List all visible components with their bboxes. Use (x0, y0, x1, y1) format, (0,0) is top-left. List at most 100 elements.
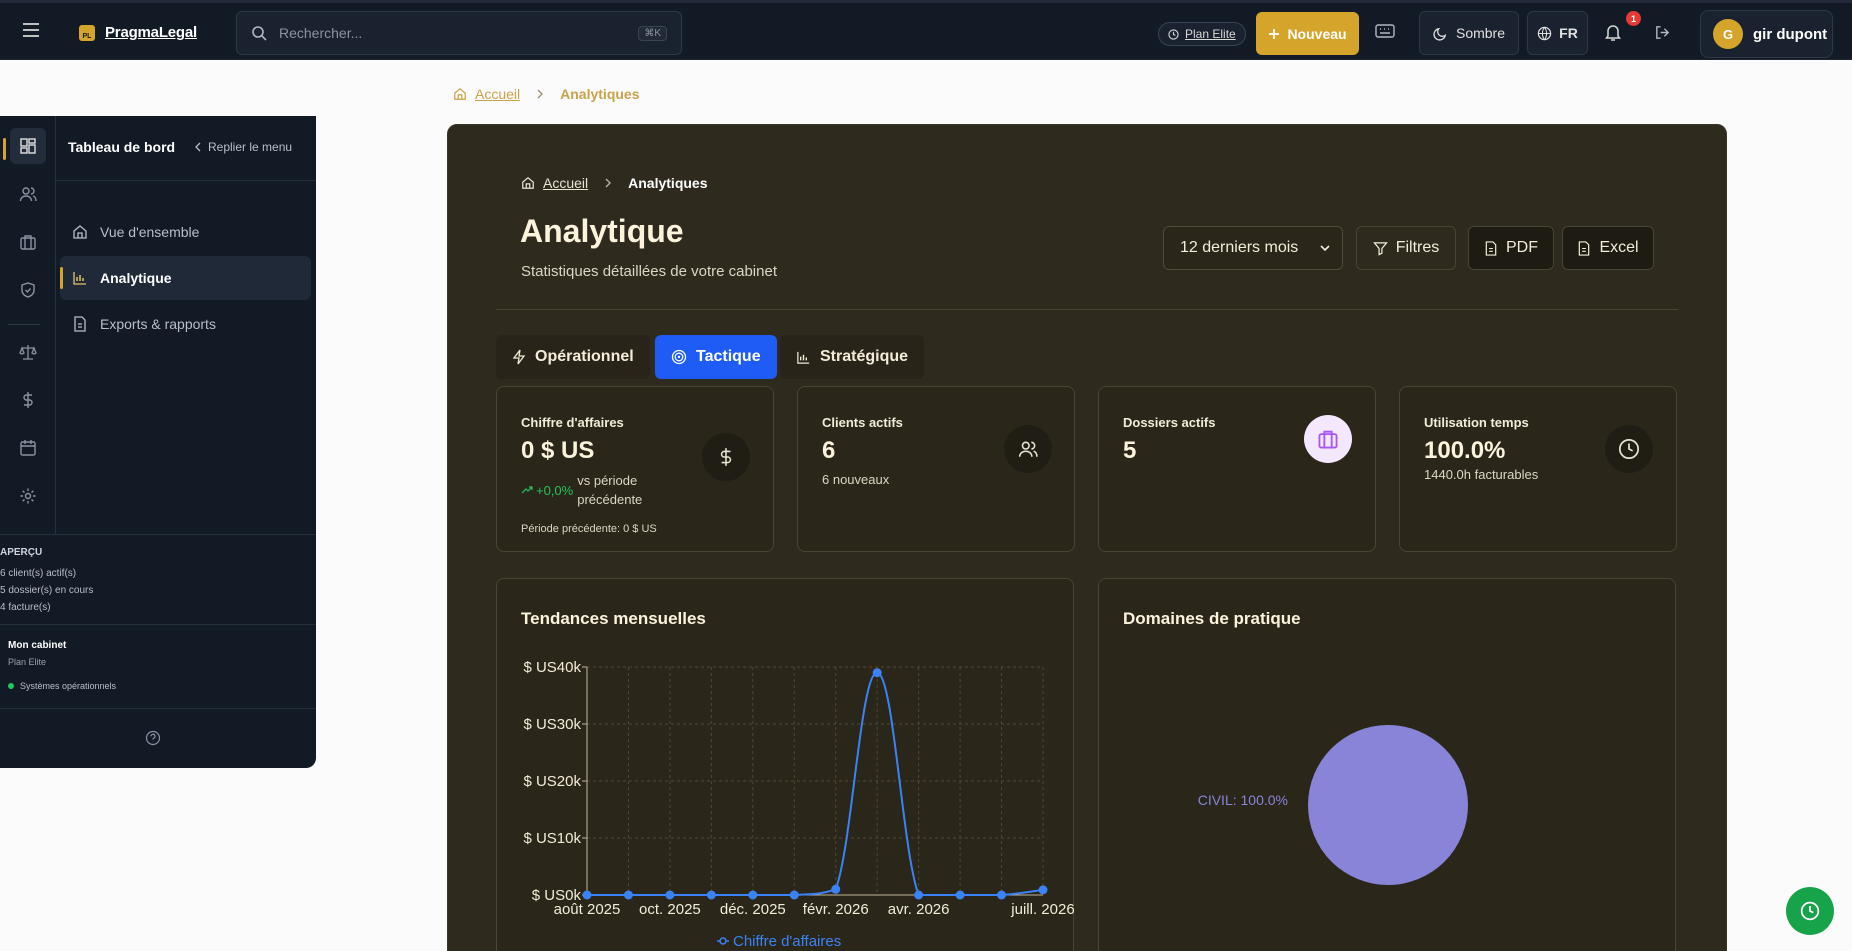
sidebar-item-label: Analytique (100, 270, 172, 286)
data-point[interactable] (997, 890, 1007, 900)
status-dot-icon (8, 683, 14, 689)
kpi-card-clients: Clients actifs 6 6 nouveaux (797, 386, 1075, 552)
practice-areas-panel: Domaines de pratique CIVIL: 100.0% (1098, 578, 1676, 951)
theme-toggle-button[interactable]: Sombre (1419, 11, 1519, 55)
kpi-trend: +0,0% vs période précédente (521, 471, 657, 509)
help-icon[interactable] (145, 730, 161, 746)
data-point[interactable] (955, 890, 965, 900)
y-tick-label: $ US30k (523, 716, 581, 733)
overview-summary-title: APERÇU (0, 547, 43, 558)
data-point[interactable] (1038, 885, 1048, 895)
new-button[interactable]: Nouveau (1256, 12, 1359, 55)
user-name: gir dupont (1753, 25, 1828, 43)
search-box[interactable]: ⌘K (236, 11, 682, 55)
shield-icon[interactable] (10, 272, 46, 308)
pie-slice[interactable] (1308, 725, 1468, 885)
logout-icon[interactable] (1654, 24, 1671, 41)
data-point[interactable] (748, 890, 758, 900)
export-pdf-button[interactable]: PDF (1468, 226, 1554, 270)
legend-label: Chiffre d'affaires (733, 933, 841, 950)
data-point[interactable] (872, 668, 882, 678)
menu-icon[interactable] (22, 22, 40, 38)
bar-chart-icon (796, 350, 811, 365)
plus-icon (1268, 28, 1280, 40)
breadcrumb-home-link[interactable]: Accueil (475, 86, 520, 102)
home-icon (72, 224, 88, 240)
sidebar-divider (56, 180, 316, 181)
inner-breadcrumb: Accueil Analytiques (521, 175, 708, 191)
bar-chart-icon (72, 270, 88, 286)
chart-legend: Chiffre d'affaires (717, 933, 841, 950)
data-point[interactable] (706, 890, 716, 900)
user-menu[interactable]: G gir dupont (1700, 10, 1833, 58)
kpi-label: Chiffre d'affaires (521, 415, 624, 430)
tab-label: Opérationnel (535, 348, 634, 365)
collapse-menu-button[interactable]: Replier le menu (195, 140, 292, 154)
scale-icon[interactable] (10, 334, 46, 370)
tab-strategic[interactable]: Stratégique (780, 335, 925, 379)
gear-icon[interactable] (10, 478, 46, 514)
calendar-icon[interactable] (10, 430, 46, 466)
system-status-label: Systèmes opérationnels (20, 681, 117, 691)
chevron-right-icon (604, 178, 612, 188)
kpi-value: 100.0% (1424, 437, 1506, 464)
dashboard-icon[interactable] (10, 128, 46, 164)
x-tick-label: févr. 2026 (803, 901, 869, 918)
data-point[interactable] (582, 890, 592, 900)
new-button-label: Nouveau (1287, 25, 1347, 42)
y-tick-label: $ US40k (523, 659, 581, 676)
tab-tactical[interactable]: Tactique (655, 335, 777, 379)
plan-label: Plan Elite (1185, 27, 1236, 41)
search-shortcut: ⌘K (638, 25, 667, 41)
sidebar-item-overview[interactable]: Vue d'ensemble (60, 210, 311, 254)
plan-badge[interactable]: Plan Elite (1158, 22, 1246, 46)
sidebar: Tableau de bord Replier le menu Vue d'en… (0, 116, 316, 768)
time-tracker-button[interactable] (1786, 887, 1834, 935)
bolt-icon (512, 349, 526, 365)
sidebar-rail (0, 116, 56, 534)
users-icon[interactable] (10, 176, 46, 212)
breadcrumb-home-link[interactable]: Accueil (543, 175, 588, 191)
clock-icon (1168, 28, 1179, 40)
globe-icon (1537, 26, 1552, 41)
theme-label: Sombre (1455, 25, 1506, 41)
data-point[interactable] (665, 890, 675, 900)
kpi-label: Clients actifs (822, 415, 903, 430)
app-logo[interactable]: PL PragmaLegal (79, 24, 197, 41)
pdf-label: PDF (1506, 239, 1538, 256)
breadcrumb: Accueil Analytiques (453, 86, 640, 102)
filters-button[interactable]: Filtres (1356, 226, 1456, 270)
rail-active-indicator (3, 138, 6, 160)
bell-icon[interactable] (1604, 23, 1622, 42)
kpi-value: 6 (822, 437, 836, 464)
kpi-value: 0 $ US (521, 437, 595, 464)
data-point[interactable] (831, 884, 841, 894)
app-name[interactable]: PragmaLegal (105, 24, 197, 41)
language-button[interactable]: FR (1527, 11, 1588, 55)
kpi-sub: 1440.0h facturables (1424, 467, 1539, 482)
users-icon (1004, 425, 1052, 473)
dollar-icon[interactable] (10, 382, 46, 418)
briefcase-icon[interactable] (10, 224, 46, 260)
search-icon (251, 25, 267, 41)
data-point[interactable] (789, 890, 799, 900)
header-divider (496, 309, 1678, 310)
kpi-trend-percent: +0,0% (536, 482, 574, 498)
period-select[interactable]: 12 derniers mois (1163, 226, 1343, 270)
home-icon (453, 87, 467, 101)
keyboard-icon[interactable] (1375, 23, 1395, 39)
page-title: Analytique (520, 213, 684, 249)
data-point[interactable] (914, 890, 924, 900)
sidebar-divider (0, 708, 316, 709)
data-point[interactable] (623, 890, 633, 900)
tab-operational[interactable]: Opérationnel (496, 335, 650, 379)
x-tick-label: avr. 2026 (888, 901, 950, 918)
chevron-right-icon (536, 89, 544, 99)
home-icon (521, 176, 535, 190)
dollar-icon (702, 433, 750, 481)
export-excel-button[interactable]: Excel (1562, 226, 1654, 270)
top-navbar: PL PragmaLegal ⌘K Plan Elite Nouveau Som… (0, 0, 1852, 60)
sidebar-item-analytics[interactable]: Analytique (60, 256, 311, 300)
search-input[interactable] (279, 25, 627, 41)
sidebar-item-exports[interactable]: Exports & rapports (60, 302, 311, 346)
